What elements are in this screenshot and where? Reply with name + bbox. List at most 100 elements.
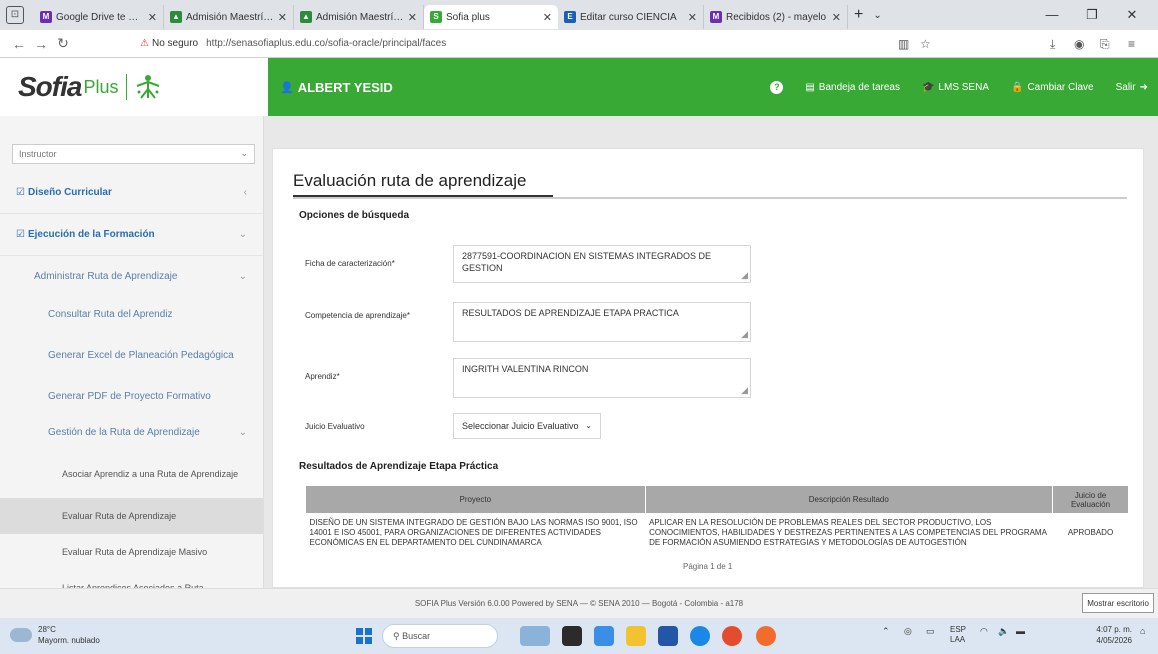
tab-close-icon[interactable]: ✕ <box>408 11 417 24</box>
file-explorer-icon[interactable] <box>626 626 646 646</box>
taskbar-search-placeholder: Buscar <box>402 631 431 641</box>
column-header-proyecto[interactable]: Proyecto <box>305 485 646 514</box>
store-app-icon[interactable] <box>658 626 678 646</box>
browser-tab-bar: ⊡ M Google Drive te ha en ✕ ▲ Admisión Maest… <box>0 0 1158 30</box>
widgets-app-icon[interactable] <box>520 626 550 646</box>
sidebar-item[interactable]: Generar PDF de Proyecto Formativo <box>0 378 263 414</box>
search-options-heading: Opciones de búsqueda <box>299 210 410 221</box>
app-header: Sofia Plus 👤 ALBERT YESID ? ▤ Bandeja de … <box>0 58 1158 116</box>
aprendiz-field[interactable]: INGRITH VALENTINA RINCON ◢ <box>453 358 751 398</box>
sidebar-item-label: Consultar Ruta del Aprendiz <box>48 308 173 320</box>
sidebar-item[interactable]: Listar Aprendices Asociados a Ruta <box>0 570 263 588</box>
reload-icon[interactable]: ↻ <box>52 35 74 52</box>
volume-icon[interactable]: 🔈 <box>998 626 1009 637</box>
sidebar-item[interactable]: Evaluar Ruta de Aprendizaje Masivo <box>0 534 263 570</box>
tab-close-icon[interactable]: ✕ <box>543 11 552 24</box>
table-header-row: Proyecto Descripción Resultado Juicio de… <box>305 485 1129 514</box>
resize-grip-icon[interactable]: ◢ <box>741 384 748 396</box>
ficha-value: 2877591-COORDINACION EN SISTEMAS INTEGRA… <box>462 251 712 273</box>
tab-close-icon[interactable]: ✕ <box>278 11 287 24</box>
sidebar-item[interactable]: ☑ Ejecución de la Formación ⌄ <box>0 214 263 256</box>
restore-icon[interactable]: ❐ <box>1072 0 1112 30</box>
windows-start-icon[interactable] <box>356 628 372 644</box>
weather-widget[interactable]: 28°C Mayorm. nublado <box>10 624 100 646</box>
forward-icon[interactable]: → <box>30 36 52 52</box>
top-menu-label: LMS SENA <box>938 81 989 93</box>
reader-mode-icon[interactable]: ▥ <box>898 30 909 58</box>
tab-close-icon[interactable]: ✕ <box>688 11 697 24</box>
url-field[interactable]: http://senasofiaplus.edu.co/sofia-oracle… <box>206 38 766 49</box>
sidebar-item[interactable]: Administrar Ruta de Aprendizaje ⌄ <box>0 256 263 296</box>
browser-tab[interactable]: ▲ Admisión Maestría TC ✕ <box>294 5 424 29</box>
task-view-icon[interactable] <box>562 626 582 646</box>
tray-display-icon[interactable]: ▭ <box>926 626 935 637</box>
menu-icon[interactable]: ≡ <box>1128 30 1135 58</box>
tab-label: Admisión Maestría TC <box>316 11 404 23</box>
top-navigation-bar: 👤 ALBERT YESID ? ▤ Bandeja de tareas 🎓 LMS … <box>268 58 1158 116</box>
tab-close-icon[interactable]: ✕ <box>148 11 157 24</box>
competencia-field[interactable]: RESULTADOS DE APRENDIZAJE ETAPA PRACTICA… <box>453 302 751 342</box>
taskbar-search[interactable]: ⚲ Buscar <box>382 624 498 648</box>
account-icon[interactable]: ◉ <box>1074 30 1084 58</box>
top-menu-item[interactable]: ▤ Bandeja de tareas <box>805 82 900 93</box>
download-icon[interactable]: ⤓ <box>1050 30 1055 58</box>
chrome-browser-icon[interactable] <box>722 626 742 646</box>
footer-text: SOFIA Plus Versión 6.0.00 Powered by SEN… <box>414 599 744 608</box>
system-clock[interactable]: 4:07 p. m. 4/05/2026 <box>1096 624 1132 646</box>
sidebar-item-label-wrap: Administrar Ruta de Aprendizaje <box>34 271 177 282</box>
top-menu-item[interactable]: Salir ➜ <box>1116 82 1148 93</box>
resize-grip-icon[interactable]: ◢ <box>741 328 748 340</box>
window-menu-icon[interactable]: ⊡ <box>6 6 24 24</box>
minimize-icon[interactable]: — <box>1032 0 1072 30</box>
user-profile[interactable]: 👤 ALBERT YESID <box>280 80 393 95</box>
back-icon[interactable]: ← <box>8 36 30 52</box>
browser-tab[interactable]: E Editar curso CIENCIA ✕ <box>558 5 704 29</box>
battery-icon[interactable]: ▬ <box>1016 626 1025 636</box>
browser-tab[interactable]: S Sofia plus ✕ <box>424 5 558 29</box>
tab-strip: M Google Drive te ha en ✕ ▲ Admisión Maestrí… <box>34 1 848 29</box>
edge-browser-icon[interactable] <box>594 626 614 646</box>
column-header-juicio[interactable]: Juicio de Evaluación <box>1052 485 1129 514</box>
firefox-browser-icon[interactable] <box>756 626 776 646</box>
sidebar-item[interactable]: Evaluar Ruta de Aprendizaje <box>0 498 263 534</box>
tab-label: Editar curso CIENCIA <box>580 11 677 23</box>
sofia-plus-logo[interactable]: Sofia Plus <box>0 58 268 116</box>
tab-list-chevron-icon[interactable]: ⌄ <box>873 10 881 21</box>
sidebar-item[interactable]: Generar Excel de Planeación Pedagógica <box>0 332 263 378</box>
sidebar-item-label-wrap: Evaluar Ruta de Aprendizaje <box>62 511 176 521</box>
close-window-icon[interactable]: ✕ <box>1112 0 1152 30</box>
new-tab-icon[interactable]: + <box>854 6 863 24</box>
settings-app-icon[interactable] <box>690 626 710 646</box>
browser-tab[interactable]: M Google Drive te ha en ✕ <box>34 5 164 29</box>
sidebar-item[interactable]: Consultar Ruta del Aprendiz <box>0 296 263 332</box>
table-row[interactable]: DISEÑO DE UN SISTEMA INTEGRADO DE GESTIÓ… <box>305 513 1129 552</box>
title-divider <box>293 197 1127 199</box>
bookmark-star-icon[interactable]: ☆ <box>920 30 931 58</box>
help-button[interactable]: ? <box>770 80 784 94</box>
sidebar-item[interactable]: Gestión de la Ruta de Aprendizaje ⌄ <box>0 414 263 450</box>
top-menu-item[interactable]: 🔒 Cambiar Clave <box>1011 82 1094 93</box>
role-select[interactable]: Instructor ⌄ <box>12 144 255 164</box>
resize-grip-icon[interactable]: ◢ <box>741 269 748 281</box>
top-menu-item[interactable]: 🎓 LMS SENA <box>922 82 989 93</box>
sidebar-item[interactable]: Asociar Aprendiz a una Ruta de Aprendiza… <box>0 450 263 498</box>
language-indicator[interactable]: ESP LAA <box>950 625 966 645</box>
tray-overflow-chevron-icon[interactable]: ⌃ <box>882 626 890 637</box>
wifi-icon[interactable]: ◠ <box>980 626 988 637</box>
tab-close-icon[interactable]: ✕ <box>832 11 841 24</box>
juicio-select[interactable]: Seleccionar Juicio Evaluativo ⌄ <box>453 413 601 439</box>
sidebar-item-label-wrap: Gestión de la Ruta de Aprendizaje <box>48 427 200 438</box>
role-select-value: Instructor <box>19 149 57 159</box>
top-menu-items: ▤ Bandeja de tareas 🎓 LMS SENA 🔒 Cambiar Clav… <box>805 82 1158 93</box>
extensions-icon[interactable]: ⎘ <box>1100 30 1110 58</box>
sidebar-item[interactable]: ☑ Diseño Curricular ‹ <box>0 172 263 214</box>
column-header-descripcion[interactable]: Descripción Resultado <box>644 485 1054 514</box>
sidebar-item-label-wrap: ☑ Diseño Curricular <box>16 187 112 198</box>
browser-tab[interactable]: ▲ Admisión Maestría TC ✕ <box>164 5 294 29</box>
security-indicator[interactable]: ⚠ No seguro <box>140 38 198 49</box>
ficha-field[interactable]: 2877591-COORDINACION EN SISTEMAS INTEGRA… <box>453 245 751 283</box>
browser-tab[interactable]: M Recibidos (2) - mayelo ✕ <box>704 5 848 29</box>
sidebar-item-label-wrap: Asociar Aprendiz a una Ruta de Aprendiza… <box>62 469 238 479</box>
notifications-icon[interactable]: ⌂ <box>1140 626 1145 636</box>
tray-app-icon[interactable]: ◎ <box>904 626 912 637</box>
